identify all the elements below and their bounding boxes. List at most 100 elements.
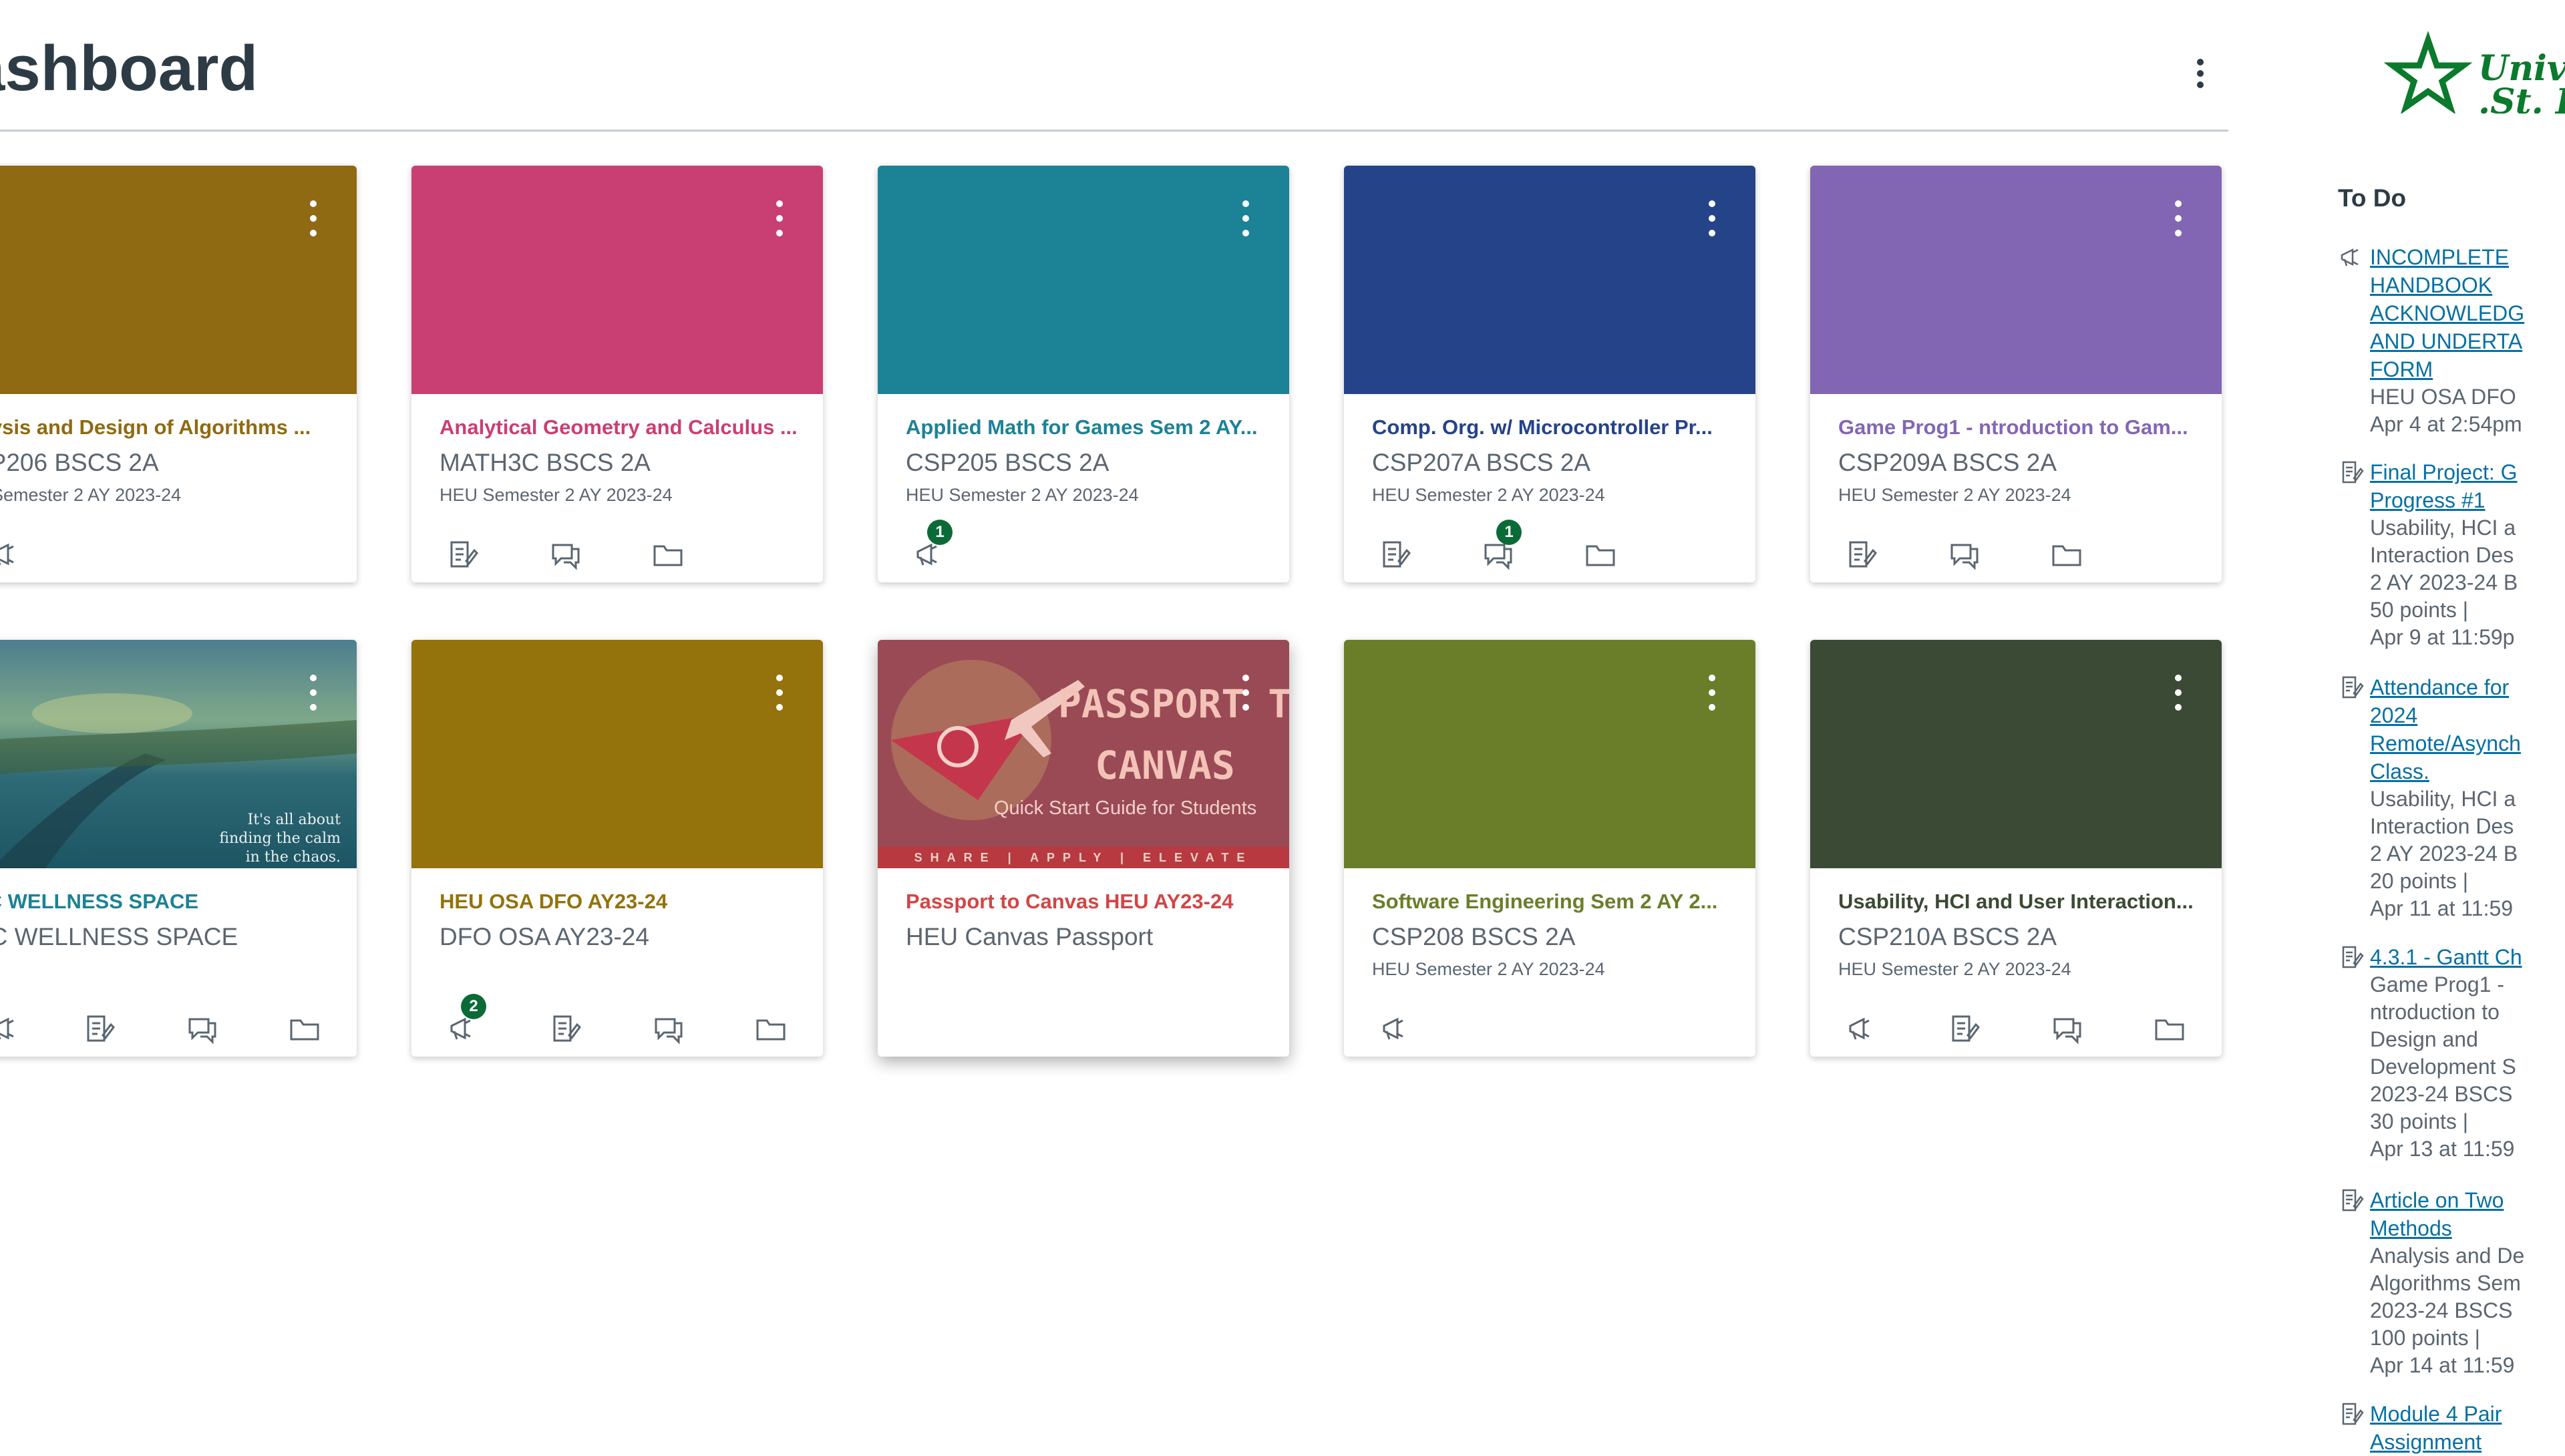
card-options-icon[interactable] — [770, 675, 790, 715]
course-code: CSP210A BSCS 2A — [1838, 923, 2057, 950]
card-options-icon[interactable] — [770, 200, 790, 240]
discussions-icon[interactable] — [1944, 534, 1984, 574]
hero-caption: It's all about finding the calm in the c… — [219, 811, 341, 866]
card-options-icon[interactable] — [2168, 200, 2188, 240]
course-card[interactable]: Applied Math for Games Sem 2 AY... CSP20… — [878, 166, 1289, 582]
todo-meta: HEU OSA DFO Apr 4 at 2:54pm — [2370, 385, 2522, 436]
card-options-icon[interactable] — [1702, 675, 1722, 715]
course-card-hero[interactable] — [411, 166, 823, 394]
course-term: HEU Semester 2 AY 2023-24 — [440, 485, 673, 505]
todo-link[interactable]: Module 4 Pair Assignment — [2370, 1400, 2565, 1456]
discussions-icon[interactable]: 1 — [1478, 520, 1522, 574]
course-name[interactable]: Comp. Org. w/ Microcontroller Pr... — [1372, 415, 1739, 439]
card-options-icon[interactable] — [303, 675, 323, 715]
card-options-icon[interactable] — [1236, 675, 1256, 715]
assignments-icon[interactable] — [1375, 534, 1415, 574]
card-actions — [0, 994, 357, 1054]
todo-link[interactable]: Final Project: G Progress #1 — [2370, 458, 2565, 514]
course-name[interactable]: Usability, HCI and User Interaction... — [1838, 890, 2206, 914]
files-folder-icon[interactable] — [648, 534, 688, 574]
course-card[interactable]: HEU OSA DFO AY23-24 DFO OSA AY23-24 2 — [411, 640, 823, 1057]
course-name[interactable]: Analytical Geometry and Calculus ... — [440, 415, 807, 439]
todo-item[interactable]: Module 4 Pair Assignment — [2342, 1400, 2565, 1456]
todo-link[interactable]: 4.3.1 - Gantt Ch — [2370, 943, 2565, 971]
course-code: HEU Canvas Passport — [906, 923, 1154, 950]
announcements-icon[interactable] — [1375, 1009, 1415, 1049]
announcements-icon[interactable]: 1 — [908, 520, 953, 574]
card-options-icon[interactable] — [1702, 200, 1722, 240]
course-card-hero[interactable] — [411, 640, 823, 868]
todo-meta: Usability, HCI a Interaction Des 2 AY 20… — [2370, 516, 2518, 649]
course-code: CSP209A BSCS 2A — [1838, 449, 2057, 476]
assignment-icon — [2342, 1403, 2364, 1425]
card-options-icon[interactable] — [2168, 675, 2188, 715]
todo-link[interactable]: Article on Two Methods — [2370, 1186, 2565, 1242]
course-card[interactable]: Game Prog1 - ntroduction to Gam... CSP20… — [1810, 166, 2222, 582]
todo-item[interactable]: Final Project: G Progress #1 Usability, … — [2342, 458, 2565, 651]
course-code: CSP208 BSCS 2A — [1372, 923, 1576, 950]
course-name[interactable]: Applied Math for Games Sem 2 AY... — [906, 415, 1273, 439]
todo-link[interactable]: Attendance for 2024 Remote/Asynch Class. — [2370, 673, 2565, 785]
course-code: CSP207A BSCS 2A — [1372, 449, 1591, 476]
discussions-icon[interactable] — [2047, 1009, 2087, 1049]
files-folder-icon[interactable] — [285, 1009, 325, 1049]
card-actions — [1344, 994, 1755, 1054]
hero-subtitle: Quick Start Guide for Students — [994, 797, 1257, 819]
todo-meta: Analysis and De Algorithms Sem 2023-24 B… — [2370, 1244, 2525, 1377]
assignments-icon[interactable] — [1841, 534, 1881, 574]
course-term: HEU Semester 2 AY 2023-24 — [1372, 485, 1605, 505]
files-folder-icon[interactable] — [2047, 534, 2087, 574]
course-term: HEU Semester 2 AY 2023-24 — [1372, 959, 1605, 979]
course-card[interactable]: PASSPORT TO CANVAS Quick Start Guide for… — [878, 640, 1289, 1057]
card-actions — [1810, 520, 2222, 580]
assignments-icon[interactable] — [442, 534, 482, 574]
announcements-icon[interactable]: 2 — [442, 994, 486, 1049]
course-card-hero[interactable] — [1810, 166, 2222, 394]
card-actions — [1810, 994, 2222, 1054]
discussions-icon[interactable] — [182, 1009, 222, 1049]
course-card[interactable]: Comp. Org. w/ Microcontroller Pr... CSP2… — [1344, 166, 1755, 582]
card-options-icon[interactable] — [303, 200, 323, 240]
todo-item[interactable]: Article on Two Methods Analysis and De A… — [2342, 1186, 2565, 1379]
course-card-hero[interactable] — [1810, 640, 2222, 868]
files-folder-icon[interactable] — [1580, 534, 1620, 574]
hero-band-text: SHARE | APPLY | ELEVATE — [914, 851, 1253, 864]
course-name[interactable]: Passport to Canvas HEU AY23-24 — [906, 890, 1273, 914]
todo-link[interactable]: INCOMPLETE HANDBOOK ACKNOWLEDG AND UNDER… — [2370, 243, 2565, 383]
course-card[interactable]: alysis and Design of Algorithms ... SP20… — [0, 166, 357, 582]
assignments-icon[interactable] — [1944, 1009, 1984, 1049]
discussions-icon[interactable] — [648, 1009, 688, 1049]
files-folder-icon[interactable] — [751, 1009, 791, 1049]
announcement-icon — [2341, 248, 2359, 266]
assignments-icon[interactable] — [545, 1009, 585, 1049]
course-name[interactable]: alysis and Design of Algorithms ... — [0, 415, 341, 439]
course-name[interactable]: HEU OSA DFO AY23-24 — [440, 890, 807, 914]
course-code: CSP205 BSCS 2A — [906, 449, 1109, 476]
course-card[interactable]: It's all about finding the calm in the c… — [0, 640, 357, 1057]
course-code: DFO OSA AY23-24 — [440, 923, 649, 950]
course-card[interactable]: Usability, HCI and User Interaction... C… — [1810, 640, 2222, 1057]
university-logo[interactable]: Univer .St. La — [2378, 27, 2565, 114]
assignments-icon[interactable] — [79, 1009, 119, 1049]
course-name[interactable]: Software Engineering Sem 2 AY 2... — [1372, 890, 1739, 914]
course-card-hero[interactable] — [878, 166, 1289, 394]
course-code: MATH3C BSCS 2A — [440, 449, 651, 476]
announcements-icon[interactable] — [0, 534, 25, 574]
course-card[interactable]: Analytical Geometry and Calculus ... MAT… — [411, 166, 823, 582]
todo-item[interactable]: 4.3.1 - Gantt Ch Game Prog1 - ntroductio… — [2342, 943, 2565, 1163]
files-folder-icon[interactable] — [2150, 1009, 2190, 1049]
announcements-icon[interactable] — [1841, 1009, 1881, 1049]
course-name[interactable]: Game Prog1 - ntroduction to Gam... — [1838, 415, 2206, 439]
discussions-icon[interactable] — [545, 534, 585, 574]
todo-item[interactable]: Attendance for 2024 Remote/Asynch Class.… — [2342, 673, 2565, 922]
dashboard-options-menu-icon[interactable] — [2179, 53, 2219, 94]
course-card-hero[interactable] — [1344, 166, 1755, 394]
course-name[interactable]: EC WELLNESS SPACE — [0, 890, 341, 914]
course-card-hero[interactable]: PASSPORT TO CANVAS Quick Start Guide for… — [878, 640, 1289, 868]
todo-item[interactable]: INCOMPLETE HANDBOOK ACKNOWLEDG AND UNDER… — [2341, 243, 2565, 438]
course-card[interactable]: Software Engineering Sem 2 AY 2... CSP20… — [1344, 640, 1755, 1057]
course-card-hero[interactable] — [1344, 640, 1755, 868]
card-options-icon[interactable] — [1236, 200, 1256, 240]
card-actions: 1 — [878, 520, 1289, 580]
announcements-icon[interactable] — [0, 1009, 25, 1049]
